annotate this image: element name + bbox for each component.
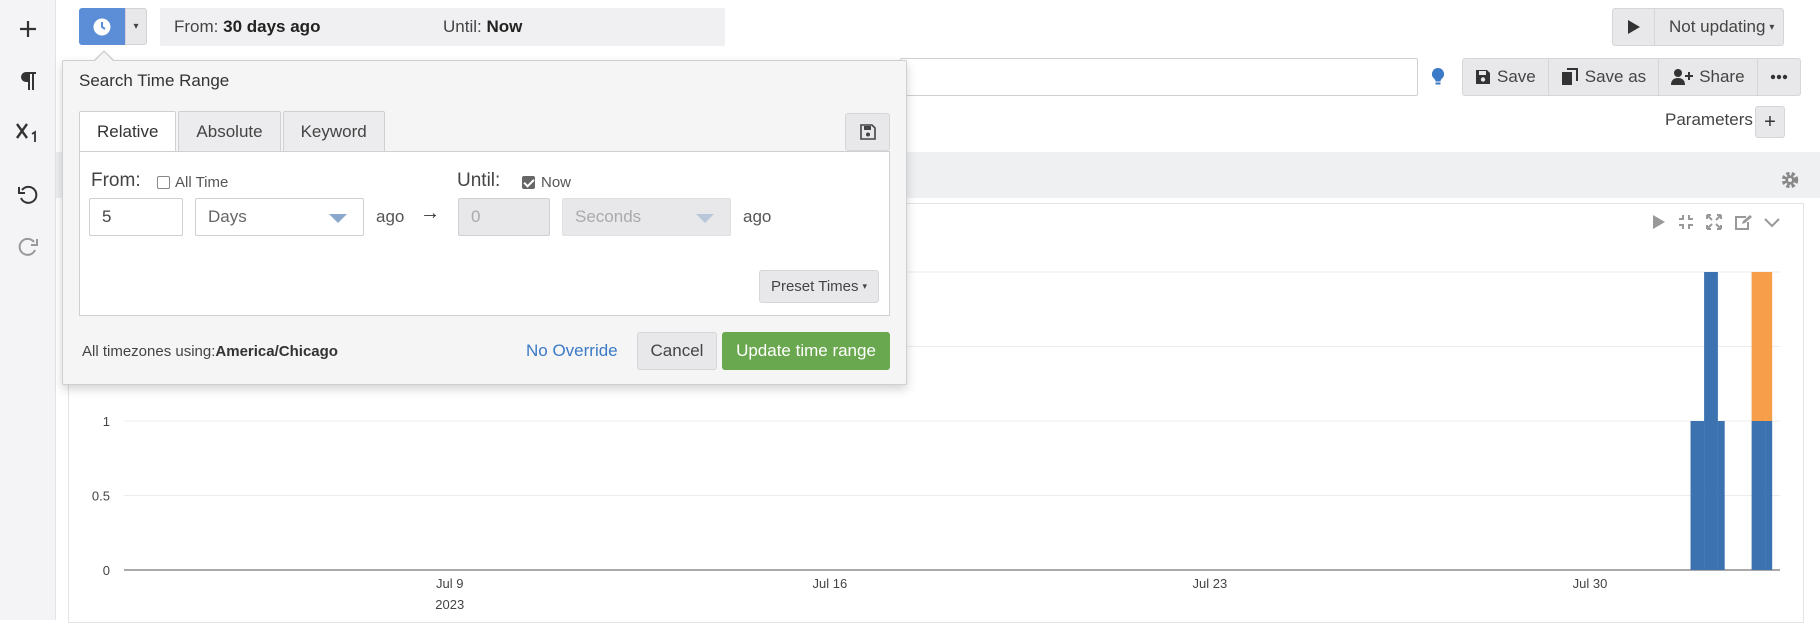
until-label: Until: [443,17,482,36]
gear-icon[interactable] [1780,170,1800,190]
bar [1697,421,1705,570]
bar [1758,272,1766,421]
from-ago-label: ago [376,207,405,226]
subscript-icon[interactable] [13,118,43,148]
save-as-label: Save as [1584,67,1647,86]
parameters-label: Parameters [1665,110,1753,129]
from-label: From: [91,170,141,191]
y-tick-label: 0.5 [92,489,110,504]
tab-absolute[interactable]: Absolute [178,111,281,152]
save-button[interactable]: Save [1463,59,1549,95]
not-updating-label[interactable]: Not updating [1655,17,1765,37]
from-amount-input[interactable]: 5 [89,198,183,236]
popover-title: Search Time Range [79,71,230,90]
from-value: 30 days ago [223,17,321,36]
search-time-range-popover: Search Time Range Relative Absolute Keyw… [62,60,907,385]
add-parameter-button[interactable]: + [1755,106,1785,138]
until-amount-input[interactable]: 0 [458,198,550,236]
widget-actions [1652,214,1780,235]
time-range-tabs: Relative Absolute Keyword [79,111,387,152]
bar [1751,272,1759,421]
add-user-icon [1671,69,1694,85]
paragraph-icon[interactable] [13,66,43,96]
caret-down-icon: ▾ [1769,21,1775,33]
from-label: From: [174,17,219,36]
expand-icon[interactable] [1706,214,1722,235]
share-label: Share [1699,67,1745,86]
until-unit-value: Seconds [575,207,642,226]
lightbulb-icon[interactable] [1428,64,1448,90]
arrow-right-icon: → [420,202,440,224]
timezone-prefix: All timezones using: [82,343,216,360]
bar [1765,272,1773,421]
play-icon[interactable] [1613,9,1655,45]
tab-relative[interactable]: Relative [79,111,177,152]
no-override-link[interactable]: No Override [526,341,618,361]
caret-down-icon [329,214,347,223]
now-label: Now [541,174,572,191]
bar [1717,421,1725,570]
bar [1710,272,1718,570]
caret-down-icon: ▾ [862,281,868,291]
caret-down-icon [696,214,714,223]
bar [1704,272,1712,570]
copy-icon [1561,68,1578,85]
floppy-icon [859,124,876,140]
ellipsis-icon [1770,74,1787,80]
floppy-icon [1476,70,1490,84]
bar [1751,421,1759,570]
x-tick-label: Jul 23 [1193,576,1228,591]
refresh-control[interactable]: Not updating ▾ [1612,8,1784,46]
bar [1758,421,1766,570]
search-query-input[interactable] [900,58,1418,96]
x-tick-year-label: 2023 [435,597,464,612]
compress-icon[interactable] [1678,214,1694,235]
chevron-down-icon[interactable] [1764,216,1780,234]
play-icon[interactable] [1652,214,1666,235]
redo-icon[interactable] [13,232,43,262]
bar [1765,421,1773,570]
y-tick-label: 1 [103,414,110,429]
share-button[interactable]: Share [1659,59,1758,95]
more-options-button[interactable] [1758,59,1800,95]
until-ago-label: ago [743,207,772,226]
bar [1690,421,1698,570]
left-sidebar [0,0,56,620]
now-checkbox[interactable] [522,176,535,189]
until-unit-select[interactable]: Seconds [562,198,731,236]
y-tick-label: 0 [103,563,110,578]
timezone-info: All timezones using:America/Chicago [82,343,338,360]
from-unit-value: Days [208,207,247,226]
all-time-checkbox[interactable] [157,176,170,189]
add-icon[interactable] [13,14,43,44]
save-as-button[interactable]: Save as [1549,59,1660,95]
preset-times-label: Preset Times [770,278,859,295]
edit-icon[interactable] [1734,214,1752,235]
preset-times-button[interactable]: Preset Times ▾ [759,270,879,303]
timezone-value: America/Chicago [215,343,338,360]
cancel-button[interactable]: Cancel [637,332,717,370]
tab-keyword[interactable]: Keyword [282,111,385,152]
clock-icon [93,18,111,35]
x-tick-label: Jul 16 [812,576,847,591]
search-actions: Save Save as Share [1462,58,1801,96]
update-time-range-button[interactable]: Update time range [722,332,890,370]
x-tick-label: Jul 9 [436,576,463,591]
save-time-range-button[interactable] [845,113,890,151]
time-range-display[interactable]: From: 30 days ago Until: Now [160,8,725,46]
all-time-label: All Time [175,174,229,191]
popover-arrow-inner [95,52,113,61]
x-tick-label: Jul 30 [1573,576,1608,591]
until-label: Until: [457,170,501,191]
undo-icon[interactable] [13,180,43,210]
until-value: Now [486,17,523,36]
from-unit-select[interactable]: Days [195,198,364,236]
save-label: Save [1497,67,1536,86]
time-range-dropdown-toggle[interactable]: ▾ [125,8,147,45]
relative-panel: From: All Time 5 Days ago → Until: Now 0… [79,151,890,316]
time-range-button[interactable] [79,8,125,45]
